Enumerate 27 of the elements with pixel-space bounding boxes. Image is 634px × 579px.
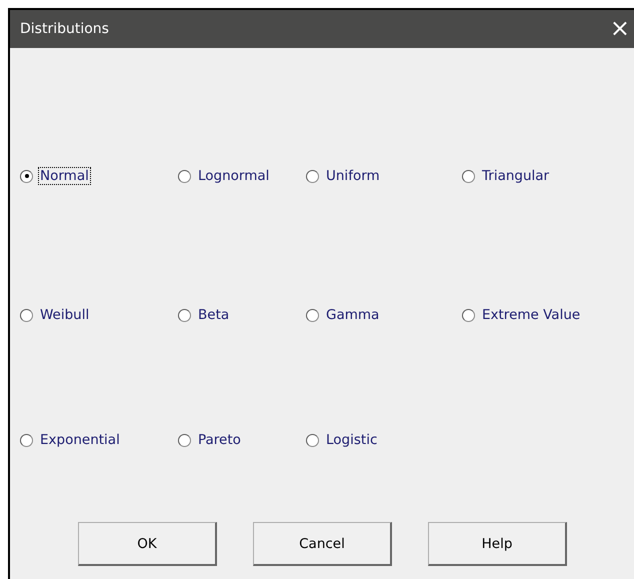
radio-option[interactable]: Uniform: [306, 168, 462, 184]
radio-option[interactable]: Lognormal: [178, 168, 306, 184]
radio-button[interactable]: [462, 170, 475, 182]
radio-button[interactable]: [178, 308, 191, 322]
radio-option[interactable]: Logistic: [306, 432, 462, 448]
radio-option[interactable]: Triangular: [462, 168, 622, 184]
radio-option[interactable]: Beta: [178, 307, 306, 323]
dialog-button[interactable]: OK: [78, 522, 217, 566]
radio-button[interactable]: [20, 434, 33, 446]
radio-button[interactable]: [20, 170, 33, 182]
radio-button[interactable]: [306, 308, 319, 322]
radio-button[interactable]: [178, 434, 191, 446]
radio-button[interactable]: [306, 170, 319, 182]
close-button[interactable]: ×: [606, 16, 634, 42]
radio-option[interactable]: Extreme Value: [462, 307, 622, 323]
dialog-button[interactable]: Help: [428, 522, 567, 566]
dialog-button[interactable]: Cancel: [253, 522, 392, 566]
radio-button[interactable]: [462, 308, 475, 322]
radio-button[interactable]: [306, 434, 319, 446]
radio-option[interactable]: Gamma: [306, 307, 462, 323]
radio-option[interactable]: Normal: [20, 168, 178, 184]
radio-button[interactable]: [20, 308, 33, 322]
window-title: Distributions: [20, 21, 109, 37]
radio-button[interactable]: [178, 170, 191, 182]
radio-option[interactable]: Pareto: [178, 432, 306, 448]
radio-option[interactable]: Exponential: [20, 432, 178, 448]
radio-option[interactable]: Weibull: [20, 307, 178, 323]
